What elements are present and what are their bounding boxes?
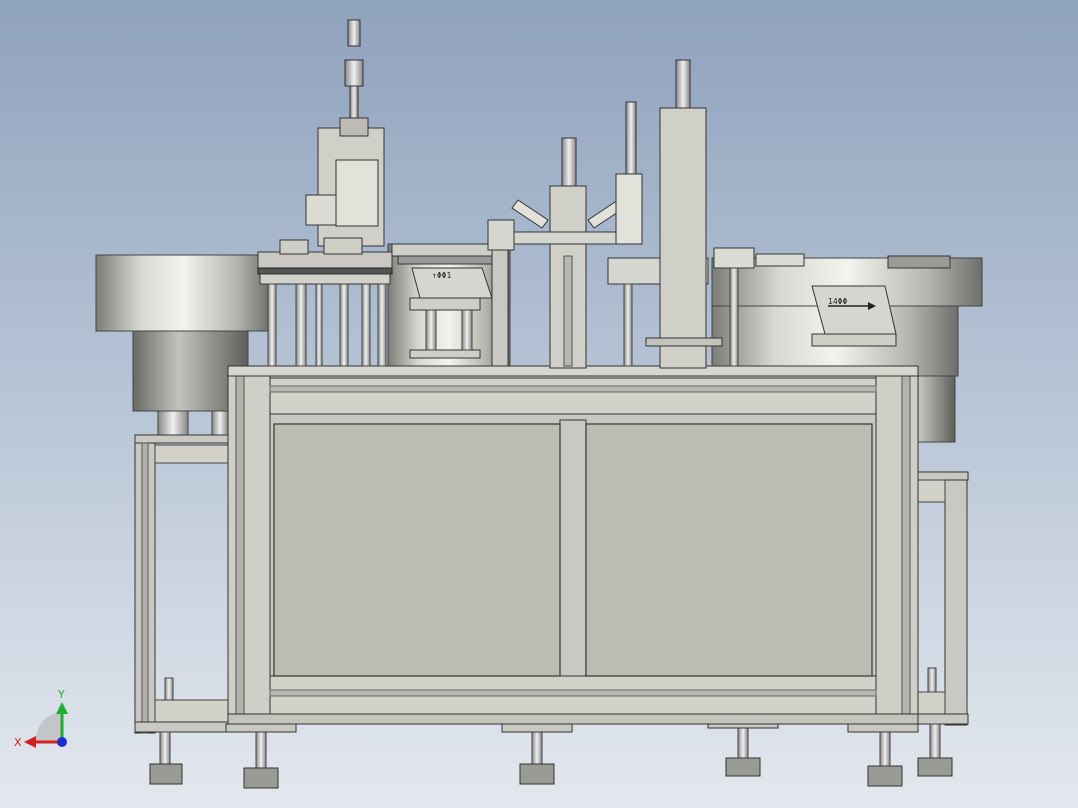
axis-triad: Y X — [14, 688, 68, 749]
x-axis-label: X — [14, 736, 22, 749]
center-bowl-label: ↑ΦΦ1 — [432, 271, 451, 280]
center-gantry — [511, 137, 625, 369]
z-axis-dot — [57, 737, 67, 747]
left-support-stand — [134, 434, 232, 734]
machine-assembly-drawing: 14ΦΦ ↑ΦΦ1 Y X — [14, 19, 983, 789]
y-axis-label: Y — [57, 688, 65, 701]
right-support-stand — [917, 471, 969, 726]
leveling-feet — [149, 723, 953, 789]
cad-viewport[interactable]: 14ΦΦ ↑ΦΦ1 Y X — [0, 0, 1078, 808]
right-door-panel[interactable] — [585, 423, 873, 677]
right-bowl-label: 14ΦΦ — [828, 297, 847, 306]
left-press-station — [257, 19, 393, 367]
right-cylinder-column — [607, 59, 755, 369]
left-door-panel[interactable] — [273, 423, 561, 677]
